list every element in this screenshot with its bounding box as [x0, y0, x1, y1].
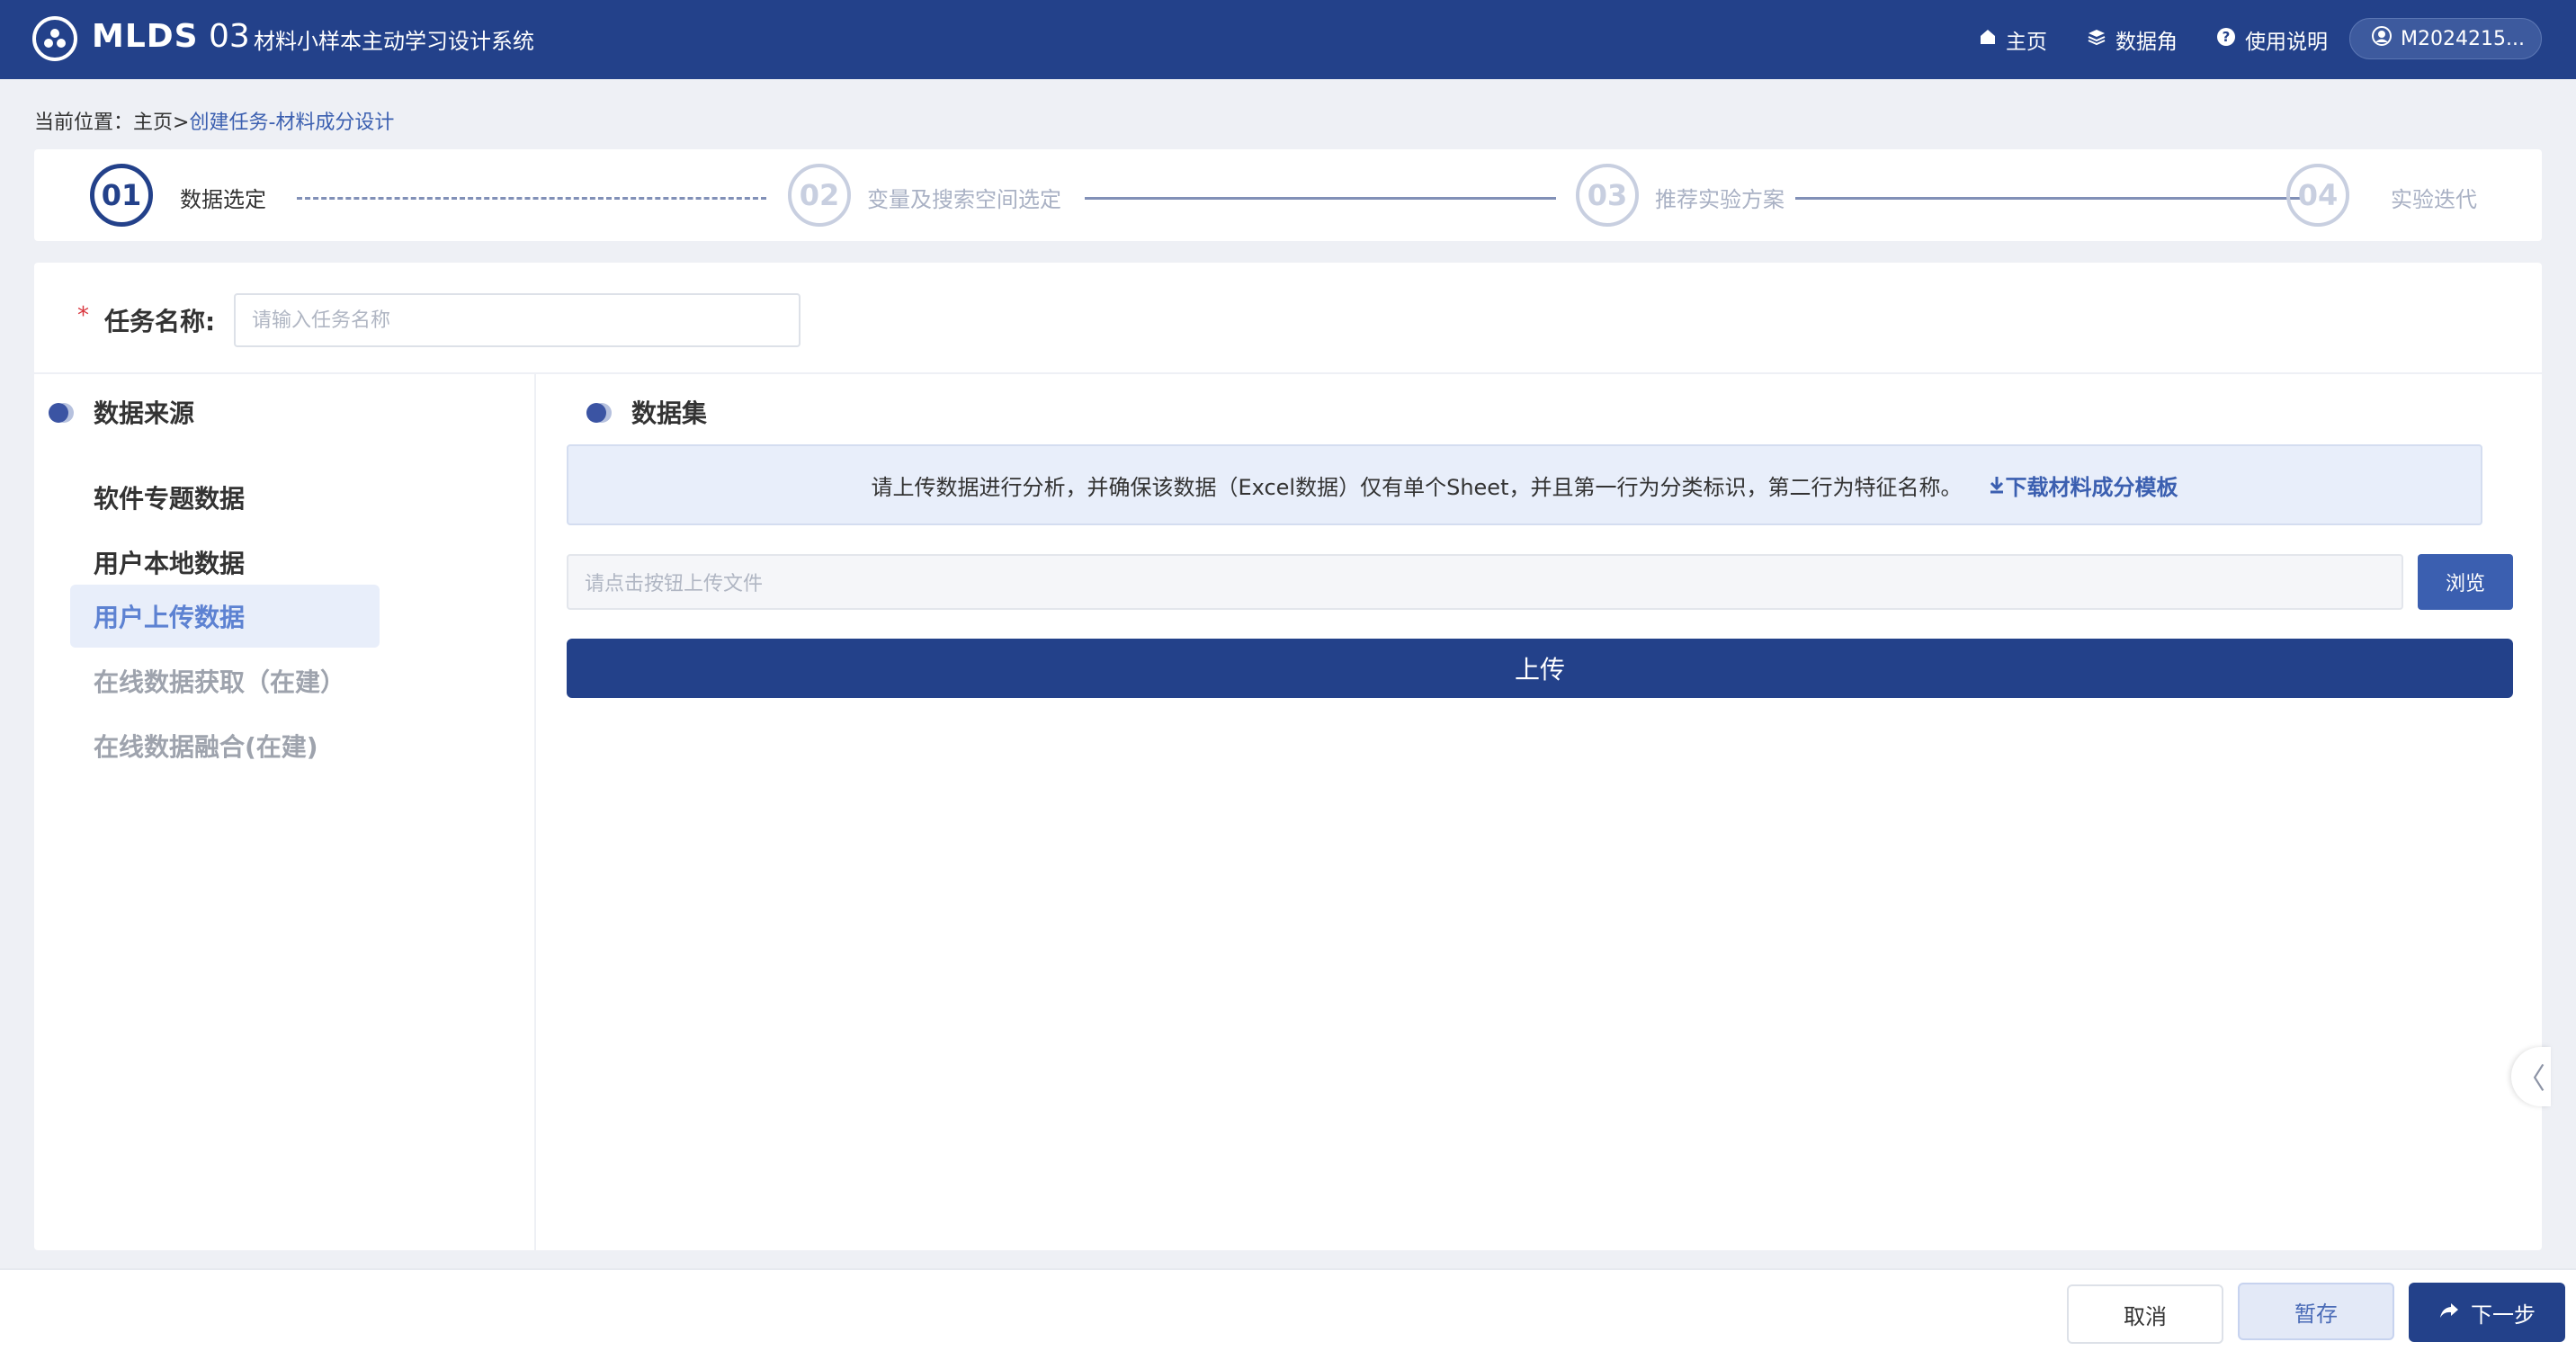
browse-button[interactable]: 浏览	[2418, 554, 2513, 610]
breadcrumb-home[interactable]: 主页	[133, 112, 173, 134]
nav-data-corner[interactable]: 数据角	[2087, 0, 2178, 79]
nav-help-label: 使用说明	[2245, 31, 2328, 54]
step-progress: 01 数据选定 02 变量及搜索空间选定 03 推荐实验方案 04 实验迭代	[34, 149, 2542, 241]
layers-icon	[2087, 28, 2106, 51]
dataset-panel: 数据集 请上传数据进行分析，并确保该数据（Excel数据）仅有单个Sheet，并…	[538, 374, 2542, 1250]
download-template-link[interactable]: 下载材料成分模板	[1989, 470, 2178, 501]
step-1-label: 数据选定	[180, 187, 266, 212]
step-connector-2	[1085, 197, 1556, 200]
user-icon	[2372, 26, 2392, 51]
nav-help[interactable]: ? 使用说明	[2216, 0, 2328, 79]
cancel-button[interactable]: 取消	[2067, 1284, 2223, 1344]
user-name: M2024215...	[2401, 27, 2525, 50]
step-1-number: 01	[90, 164, 153, 227]
nav-home[interactable]: 主页	[1979, 0, 2047, 79]
save-draft-button[interactable]: 暂存	[2238, 1283, 2394, 1340]
download-template-label: 下载材料成分模板	[2005, 474, 2178, 500]
step-4-label: 实验迭代	[2391, 187, 2477, 212]
footer-bar: 取消 暂存 下一步	[0, 1268, 2576, 1351]
step-connector-1	[297, 197, 766, 200]
logo-icon	[32, 16, 77, 61]
breadcrumb-current[interactable]: 创建任务-材料成分设计	[189, 112, 394, 134]
download-icon	[1989, 475, 2005, 500]
source-item-online-merge: 在线数据融合(在建)	[70, 714, 380, 777]
task-name-row: * 任务名称:	[34, 263, 2542, 374]
source-item-label: 用户上传数据	[94, 603, 246, 632]
step-2-number: 02	[788, 164, 851, 227]
upload-button[interactable]: 上传	[567, 639, 2513, 698]
brand-name: MLDS	[92, 18, 199, 55]
step-3-number: 03	[1576, 164, 1639, 227]
upload-notice: 请上传数据进行分析，并确保该数据（Excel数据）仅有单个Sheet，并且第一行…	[567, 444, 2482, 525]
task-name-label: 任务名称:	[104, 307, 216, 336]
upload-notice-text: 请上传数据进行分析，并确保该数据（Excel数据）仅有单个Sheet，并且第一行…	[871, 474, 1963, 500]
task-name-input[interactable]	[234, 293, 801, 347]
data-source-title: 数据来源	[94, 398, 195, 428]
source-item-label: 在线数据融合(在建)	[94, 732, 318, 762]
brand-number: 03	[209, 18, 250, 55]
breadcrumb-prefix: 当前位置：	[34, 112, 134, 134]
source-item-label: 在线数据获取（在建）	[94, 667, 346, 697]
app-title: 材料小样本主动学习设计系统	[254, 29, 534, 54]
step-connector-3	[1795, 197, 2303, 200]
required-mark: *	[77, 302, 89, 329]
step-2-label: 变量及搜索空间选定	[867, 187, 1061, 212]
data-source-panel: 数据来源 软件专题数据 用户本地数据 用户上传数据 在线数据获取（在建） 在线数…	[34, 374, 536, 1250]
home-icon	[1979, 28, 1997, 51]
nav-home-label: 主页	[2006, 31, 2047, 54]
next-step-button[interactable]: 下一步	[2409, 1283, 2565, 1342]
share-arrow-icon	[2438, 1300, 2460, 1325]
file-path-placeholder: 请点击按钮上传文件	[585, 573, 764, 595]
breadcrumb-separator: >	[173, 112, 190, 134]
dataset-header: 数据集	[586, 394, 707, 430]
step-3-label: 推荐实验方案	[1655, 187, 1784, 212]
top-bar: MLDS 03 材料小样本主动学习设计系统 主页 数据角 ? 使用说明 M202…	[0, 0, 2576, 79]
chevron-left-icon: 〈	[2516, 1061, 2545, 1096]
breadcrumb: 当前位置：主页>创建任务-材料成分设计	[34, 106, 394, 135]
main-card: * 任务名称: 数据来源 软件专题数据 用户本地数据 用户上传数据 在线数据获取…	[34, 263, 2551, 1250]
source-item-label: 用户本地数据	[94, 549, 246, 578]
section-dots-icon	[586, 399, 619, 425]
nav-data-corner-label: 数据角	[2115, 31, 2178, 54]
step-4-number: 04	[2286, 164, 2349, 227]
source-item-upload[interactable]: 用户上传数据	[70, 585, 380, 648]
data-source-header: 数据来源	[49, 394, 194, 430]
user-menu[interactable]: M2024215...	[2349, 18, 2542, 59]
file-path-input[interactable]: 请点击按钮上传文件	[567, 554, 2403, 610]
svg-text:?: ?	[2223, 29, 2231, 45]
source-item-topic[interactable]: 软件专题数据	[70, 466, 380, 529]
source-item-online-fetch: 在线数据获取（在建）	[70, 649, 380, 712]
help-icon: ?	[2216, 27, 2236, 52]
source-item-label: 软件专题数据	[94, 484, 246, 514]
section-dots-icon	[49, 399, 81, 425]
next-step-label: 下一步	[2471, 1302, 2536, 1328]
dataset-title: 数据集	[631, 398, 708, 428]
